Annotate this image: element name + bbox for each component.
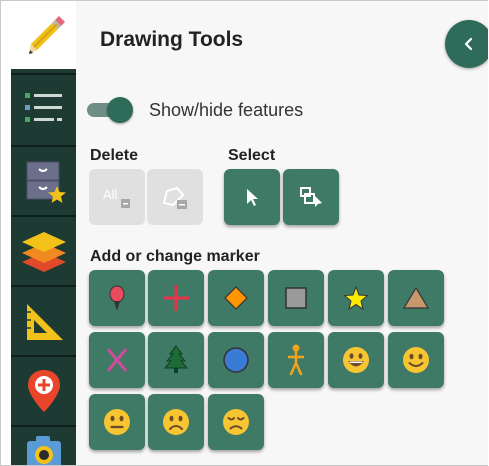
marker-person-button[interactable] [268,332,324,388]
sidebar-item-layers[interactable] [11,217,76,285]
drawing-tools-window: Drawing Tools Show/hide features Delete … [0,0,488,466]
bookmarks-icon [26,161,66,203]
delete-all-icon: All [103,187,130,208]
marker-grin-button[interactable] [328,332,384,388]
sidebar-gutter [1,1,11,465]
select-section-label: Select [228,147,276,164]
sidebar-item-camera[interactable] [11,427,76,465]
delete-all-text: All [103,187,118,202]
marker-smile-button[interactable] [388,332,444,388]
layers-icon [21,232,66,272]
select-area-button[interactable] [283,169,339,225]
pencil-icon [28,16,65,54]
sidebar-item-bookmarks[interactable] [11,147,76,215]
delete-shape-icon [162,186,187,209]
add-change-marker-label: Add or change marker [90,248,260,265]
marker-diamond-button[interactable] [208,270,264,326]
ruler-triangle-icon [26,304,63,340]
marker-cross-button[interactable] [148,270,204,326]
marker-disappointed-button[interactable] [208,394,264,450]
select-area-icon [300,187,322,207]
person-icon [287,344,305,376]
frowning-face-icon [163,409,189,435]
smiling-face-icon [403,347,429,373]
sidebar-item-drawing[interactable] [11,1,76,69]
show-hide-features-toggle[interactable] [87,97,136,123]
delete-section-label: Delete [90,147,139,164]
red-cross-icon [163,285,189,311]
sidebar-item-places[interactable] [11,357,76,425]
select-pointer-button[interactable] [224,169,280,225]
marker-pin-button[interactable] [89,270,145,326]
marker-triangle-button[interactable] [388,270,444,326]
grinning-face-icon [343,347,369,373]
marker-x-button[interactable] [89,332,145,388]
show-hide-features-label: Show/hide features [149,100,304,120]
disappointed-face-icon [223,409,249,435]
collapse-panel-button[interactable] [445,20,488,68]
marker-frown-button[interactable] [148,394,204,450]
red-pin-icon [109,285,125,311]
yellow-star-icon [343,285,369,311]
sidebar-item-list[interactable] [11,75,76,143]
gray-square-icon [285,287,307,309]
delete-all-button[interactable]: All [89,169,145,225]
marker-star-button[interactable] [328,270,384,326]
location-pin-icon [27,370,60,412]
marker-tree-button[interactable] [148,332,204,388]
neutral-face-icon [104,409,130,435]
drawing-tools-panel: Drawing Tools Show/hide features Delete … [76,1,488,465]
delete-shape-button[interactable] [147,169,203,225]
sidebar-item-measure[interactable] [11,287,76,355]
panel-title: Drawing Tools [100,28,244,51]
blue-circle-icon [223,347,249,373]
toggle-knob [107,97,133,123]
orange-diamond-icon [224,286,248,310]
list-icon [24,93,62,122]
brown-triangle-icon [402,286,430,309]
pink-x-icon [106,348,128,372]
marker-square-button[interactable] [268,270,324,326]
cursor-arrow-icon [247,189,258,206]
chevron-left-icon [464,37,473,51]
marker-circle-button[interactable] [208,332,264,388]
marker-neutral-button[interactable] [89,394,145,450]
sidebar [1,1,76,465]
tree-icon [163,345,189,373]
camera-icon [26,436,61,465]
